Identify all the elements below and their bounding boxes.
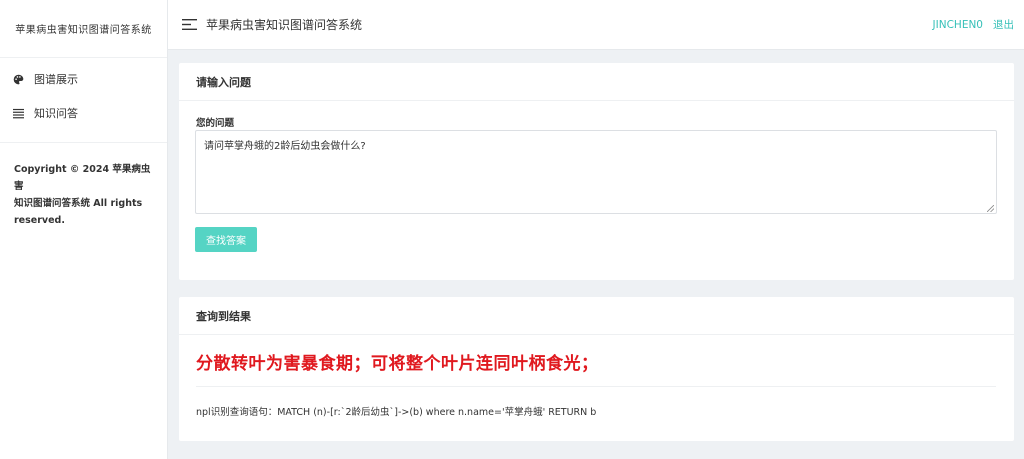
sidebar: 苹果病虫害知识图谱问答系统 图谱展示 知识问答 Copyright © 2024… [0,0,168,459]
find-answer-button[interactable]: 查找答案 [195,227,257,252]
question-card-title: 请输入问题 [179,63,1014,101]
query-prefix: npl识别查询语句： [196,407,278,418]
header-user-area: JINCHEN0 退出 [933,17,1014,32]
copyright: Copyright © 2024 苹果病虫害 知识图谱问答系统 All righ… [0,143,167,229]
result-card: 查询到结果 分散转叶为害暴食期；可将整个叶片连同叶柄食光； npl识别查询语句：… [179,297,1014,441]
copyright-line: 知识图谱问答系统 All rights [14,198,143,209]
sidebar-item-label: 知识问答 [34,107,78,120]
result-divider [196,386,996,387]
menu-toggle-icon[interactable] [180,18,198,32]
page-title: 苹果病虫害知识图谱问答系统 [206,18,363,32]
top-header: 苹果病虫害知识图谱问答系统 JINCHEN0 退出 [168,0,1024,50]
query-statement: npl识别查询语句：MATCH (n)-[r:`2龄后幼虫`]->(b) whe… [196,404,596,418]
logout-link[interactable]: 退出 [993,17,1014,32]
user-name-link[interactable]: JINCHEN0 [933,19,983,31]
copyright-line: Copyright © 2024 苹果病虫害 [14,164,151,192]
app-root: 苹果病虫害知识图谱问答系统 图谱展示 知识问答 Copyright © 2024… [0,0,1024,459]
result-card-title: 查询到结果 [179,297,1014,335]
palette-icon [12,73,24,85]
question-field-label: 您的问题 [196,118,235,129]
sidebar-nav: 图谱展示 知识问答 [0,58,167,130]
brand-title: 苹果病虫害知识图谱问答系统 [0,0,167,58]
question-textarea[interactable]: 请问苹掌舟蛾的2龄后幼虫会做什么? [195,130,997,214]
sidebar-item-label: 图谱展示 [34,73,78,86]
question-card: 请输入问题 您的问题 请问苹掌舟蛾的2龄后幼虫会做什么? 查找答案 [179,63,1014,280]
list-icon [12,107,24,119]
sidebar-item-graph[interactable]: 图谱展示 [0,62,167,96]
query-text: MATCH (n)-[r:`2龄后幼虫`]->(b) where n.name=… [277,407,597,418]
resize-grip-icon[interactable] [986,204,995,213]
question-value: 请问苹掌舟蛾的2龄后幼虫会做什么? [204,141,366,152]
sidebar-item-qa[interactable]: 知识问答 [0,96,167,130]
copyright-line: reserved. [14,215,65,226]
answer-text: 分散转叶为害暴食期；可将整个叶片连同叶柄食光； [196,354,599,374]
